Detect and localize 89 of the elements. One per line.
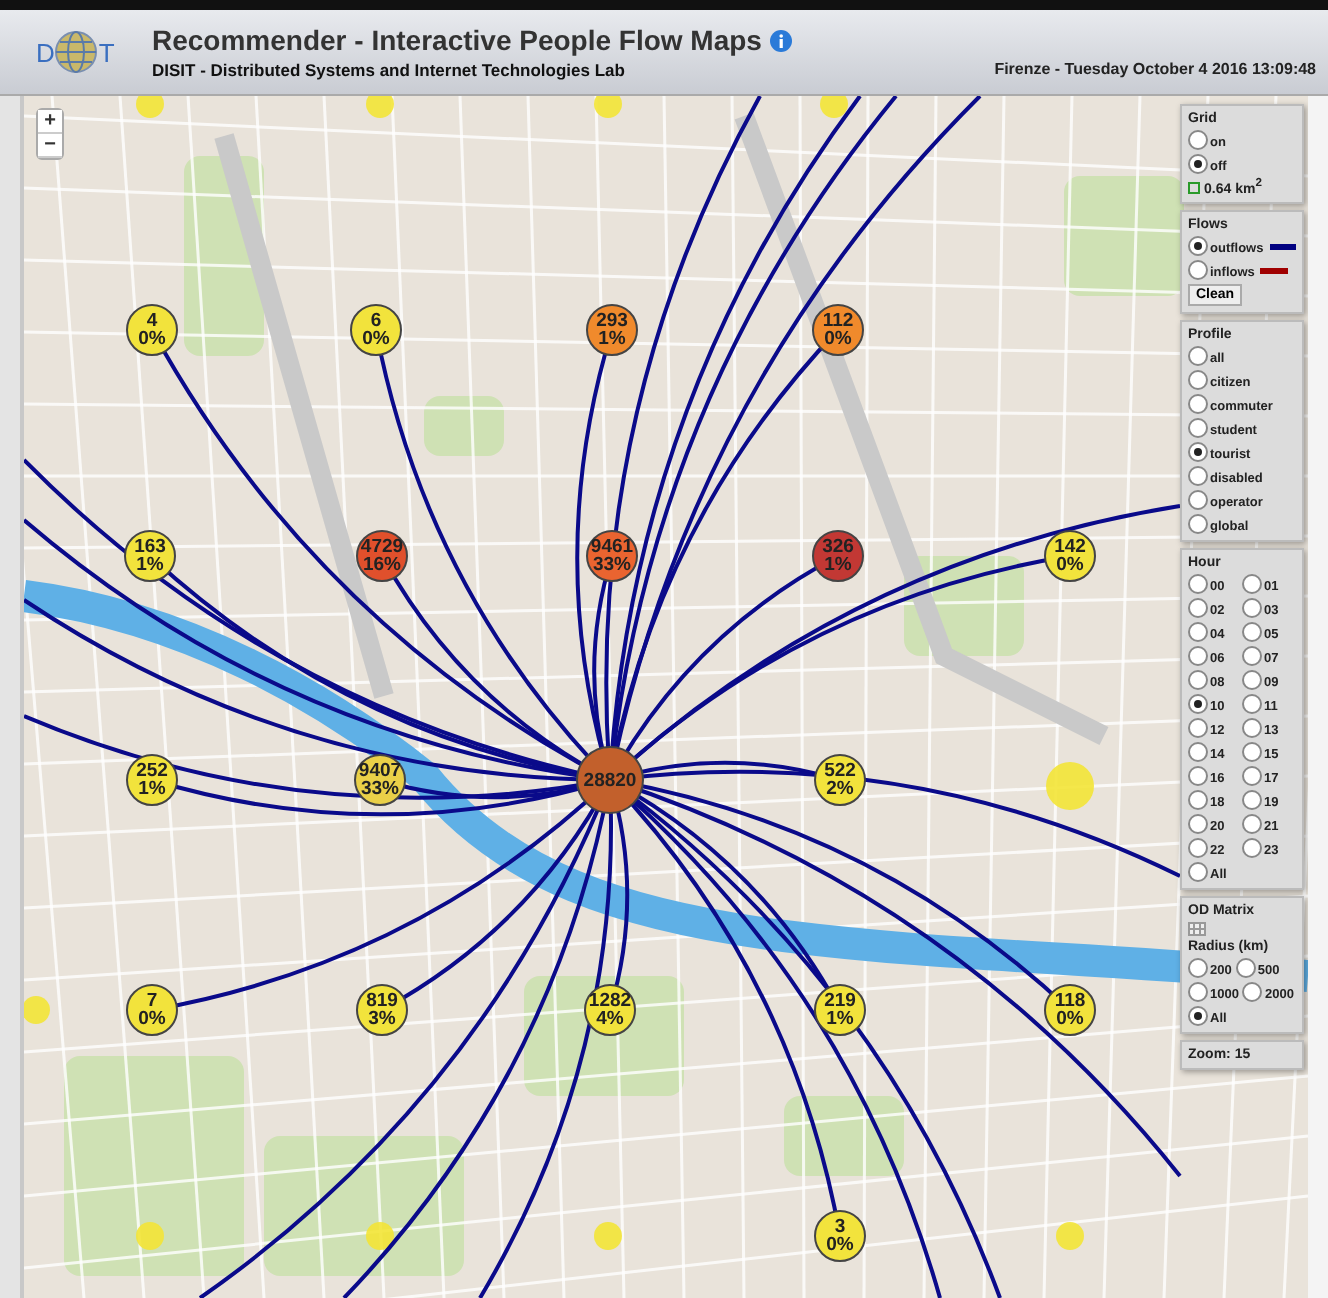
radio-button[interactable] (1188, 982, 1208, 1003)
radio-button[interactable] (1188, 370, 1208, 391)
flow-percent: 1% (598, 330, 626, 348)
flow-count: 6 (370, 312, 382, 330)
radio-button[interactable] (1188, 742, 1208, 763)
flow-count: 4729 (360, 538, 404, 556)
radio-button[interactable] (1188, 862, 1208, 883)
radio-button[interactable] (1188, 394, 1208, 415)
flow-count: 28820 (583, 771, 637, 789)
radio-button[interactable] (1242, 670, 1262, 691)
radio-button[interactable] (1188, 814, 1208, 835)
flow-count: 819 (366, 992, 398, 1010)
flow-count: 522 (824, 762, 856, 780)
radio-button[interactable] (1242, 838, 1262, 859)
flow-percent: 0% (1056, 1010, 1084, 1028)
radio-button[interactable] (1242, 790, 1262, 811)
flow-percent: 0% (362, 330, 390, 348)
radio-button[interactable] (1188, 236, 1208, 257)
radio-button[interactable] (1188, 346, 1208, 367)
info-icon[interactable] (769, 29, 792, 51)
flow-percent: 0% (138, 1010, 166, 1028)
flow-percent: 1% (136, 556, 164, 574)
zoom-in-button[interactable]: + (38, 110, 62, 134)
flow-percent: 33% (592, 556, 631, 574)
grid-square-icon (1188, 181, 1200, 194)
flow-count: 293 (596, 312, 628, 330)
flow-percent: 0% (824, 330, 852, 348)
flow-count: 7 (146, 992, 158, 1010)
flow-count: 1282 (588, 992, 632, 1010)
radio-button[interactable] (1242, 742, 1262, 763)
flow-percent: 2% (826, 780, 854, 798)
flow-percent: 1% (138, 780, 166, 798)
radio-button[interactable] (1188, 790, 1208, 811)
flow-percent: 4% (596, 1010, 624, 1028)
radio-button[interactable] (1188, 442, 1208, 463)
radio-button[interactable] (1188, 694, 1208, 715)
logo-letter: D (36, 37, 55, 67)
radio-button[interactable] (1188, 130, 1208, 150)
flow-percent: 1% (826, 1010, 854, 1028)
radio-button[interactable] (1188, 670, 1208, 691)
flow-percent: 0% (1056, 556, 1084, 574)
flow-count: 3 (834, 1218, 846, 1236)
flow-percent: 0% (138, 330, 166, 348)
flow-count: 9461 (590, 538, 634, 556)
date-time: Firenze - Tuesday October 4 2016 13:09:48 (994, 60, 1316, 78)
radio-button[interactable] (1235, 958, 1256, 979)
radio-button[interactable] (1188, 598, 1208, 619)
radio-button[interactable] (1188, 1006, 1208, 1027)
radio-button[interactable] (1188, 766, 1208, 787)
app-title: Recommender - Interactive People Flow Maps (152, 24, 762, 56)
flow-count: 252 (136, 762, 168, 780)
radio-button[interactable] (1242, 646, 1262, 667)
flow-count: 163 (134, 538, 166, 556)
radio-button[interactable] (1242, 574, 1262, 595)
radio-button[interactable] (1242, 598, 1262, 619)
app-subtitle: DISIT - Distributed Systems and Internet Technologies Lab (152, 60, 627, 80)
flow-count: 142 (1054, 538, 1086, 556)
logo-letter: T (98, 37, 115, 67)
radio-button[interactable] (1188, 418, 1208, 439)
flow-count: 219 (824, 992, 856, 1010)
radio-button[interactable] (1188, 622, 1208, 643)
flow-count: 9407 (358, 762, 402, 780)
flow-percent: 0% (826, 1236, 854, 1254)
radio-button[interactable] (1188, 574, 1208, 595)
flow-percent: 1% (824, 556, 852, 574)
radio-button[interactable] (1188, 466, 1208, 487)
radio-button[interactable] (1188, 646, 1208, 667)
globe-logo-icon (54, 30, 99, 74)
flow-count: 4 (146, 312, 158, 330)
radio-button[interactable] (1188, 154, 1208, 174)
flow-percent: 16% (362, 556, 401, 574)
grid-table-icon[interactable] (1188, 922, 1206, 937)
flow-percent: 33% (360, 780, 399, 798)
radio-button[interactable] (1188, 260, 1208, 281)
radio-button[interactable] (1242, 982, 1263, 1003)
flow-percent: 3% (368, 1010, 396, 1028)
radio-button[interactable] (1242, 718, 1262, 739)
radio-button[interactable] (1242, 694, 1262, 715)
radio-button[interactable] (1188, 514, 1208, 535)
radio-button[interactable] (1242, 622, 1262, 643)
radio-button[interactable] (1188, 718, 1208, 739)
radio-button[interactable] (1188, 490, 1208, 511)
flow-count: 118 (1054, 992, 1086, 1010)
radio-button[interactable] (1188, 958, 1208, 979)
radio-button[interactable] (1242, 766, 1262, 787)
radio-button[interactable] (1242, 814, 1262, 835)
flow-count: 326 (822, 538, 854, 556)
flow-count: 112 (822, 312, 854, 330)
radio-button[interactable] (1188, 838, 1208, 859)
